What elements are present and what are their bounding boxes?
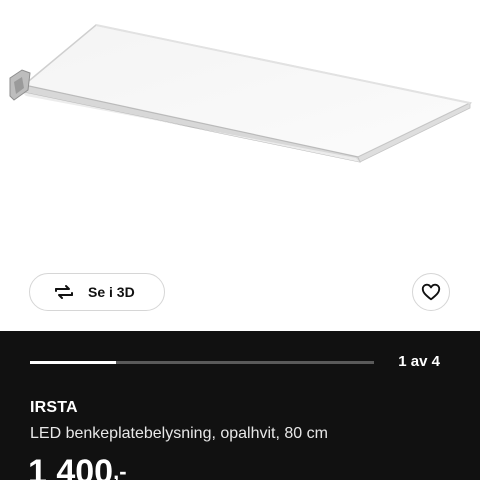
- rotate-3d-icon: [55, 285, 73, 299]
- carousel-progress-bar: [30, 361, 374, 364]
- view-3d-label: Se i 3D: [88, 284, 135, 300]
- view-3d-button[interactable]: Se i 3D: [29, 273, 165, 311]
- carousel-counter: 1 av 4: [398, 353, 440, 370]
- carousel-progress-fill: [30, 361, 116, 364]
- price-value: 1 400: [28, 453, 114, 480]
- favourite-button[interactable]: [412, 273, 450, 311]
- price-suffix: ,-: [113, 459, 127, 480]
- product-description: LED benkeplatebelysning, opalhvit, 80 cm: [30, 425, 328, 442]
- product-price: 1 400,-: [28, 453, 127, 480]
- heart-icon: [421, 283, 441, 301]
- product-image[interactable]: [0, 0, 480, 270]
- product-info-panel: 1 av 4 IRSTA LED benkeplatebelysning, op…: [0, 331, 480, 480]
- product-name: IRSTA: [30, 399, 78, 416]
- product-image-area: Se i 3D: [0, 0, 480, 330]
